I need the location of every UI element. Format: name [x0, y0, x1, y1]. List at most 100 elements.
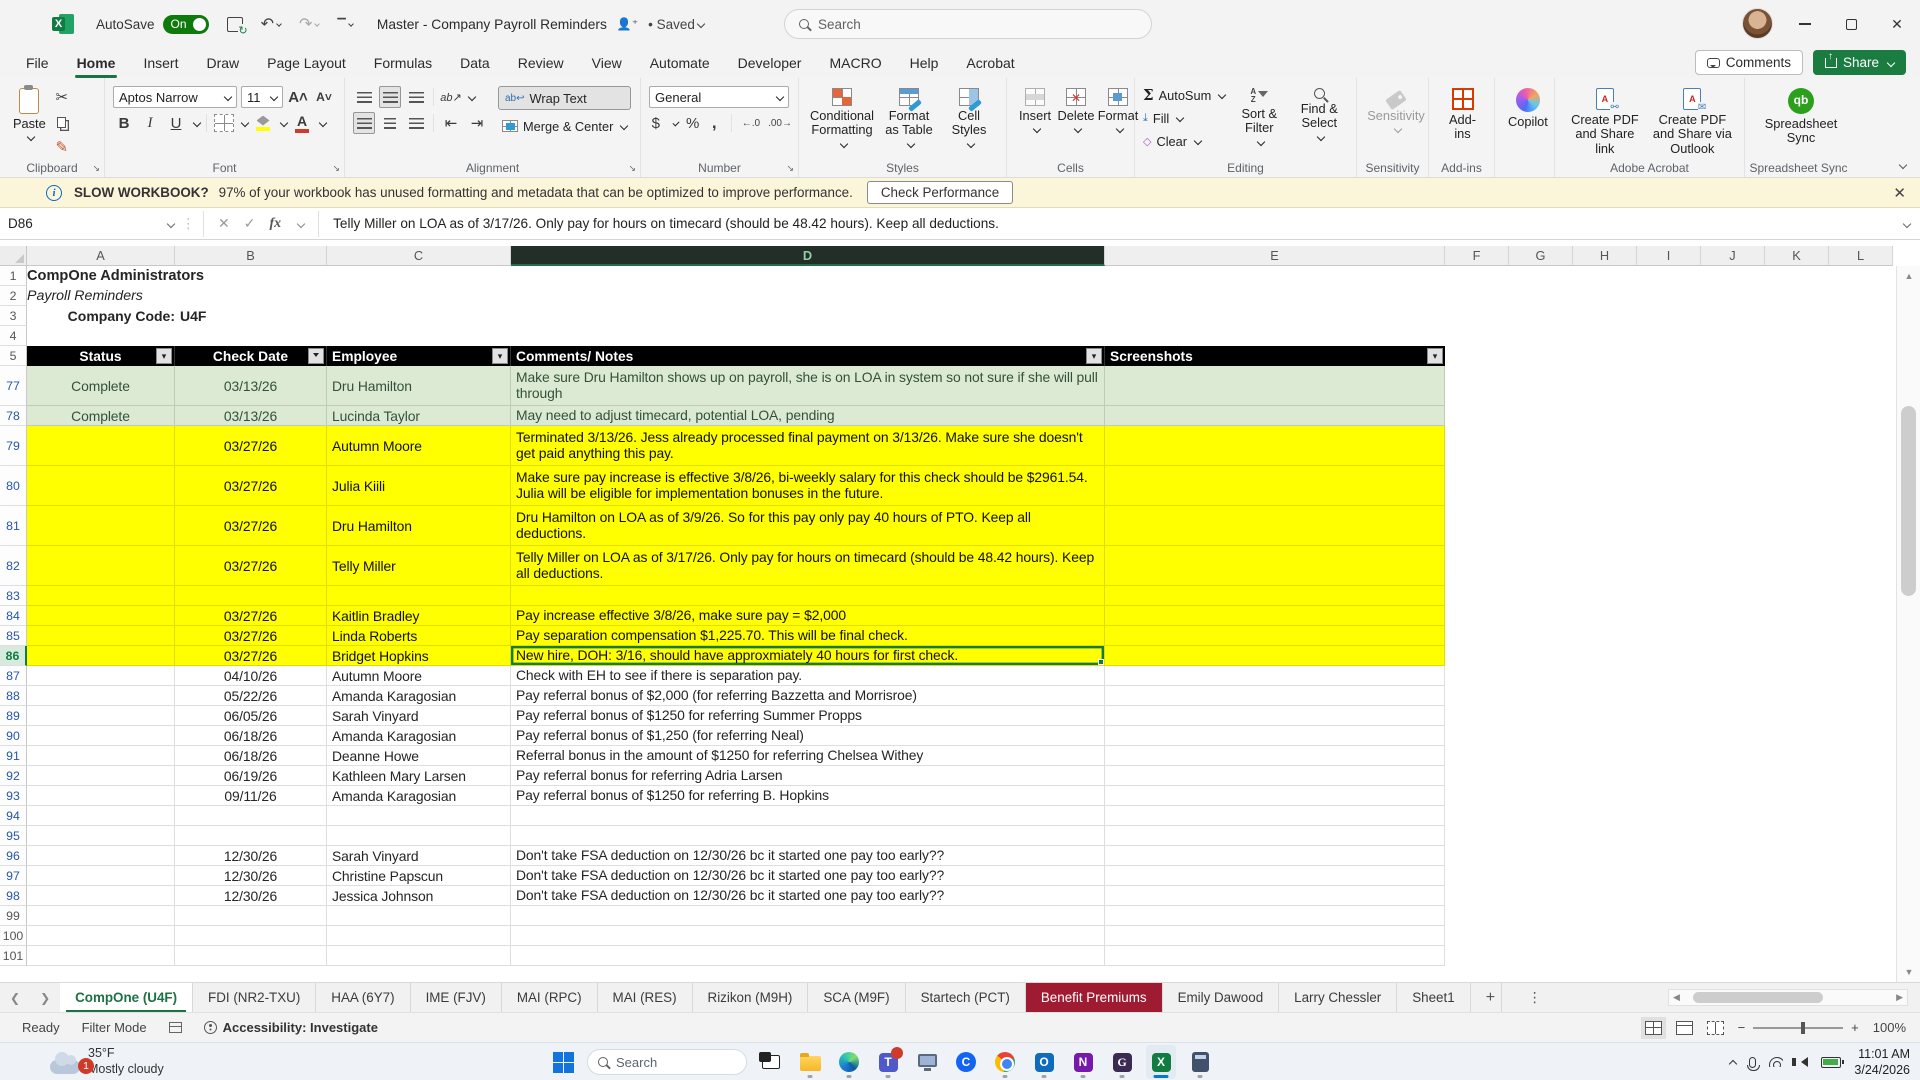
saved-status[interactable]: • Saved	[648, 17, 706, 32]
comments-cell[interactable]: Check with EH to see if there is separat…	[511, 666, 1105, 686]
status-cell[interactable]	[27, 766, 175, 786]
maximize-button[interactable]	[1828, 0, 1874, 48]
font-name-select[interactable]: Aptos Narrow	[113, 86, 237, 108]
sheet-tab-rizikon-m9h-[interactable]: Rizikon (M9H)	[693, 982, 809, 1013]
comments-cell[interactable]	[511, 906, 1105, 926]
merge-center-button[interactable]: Merge & Center	[498, 114, 631, 138]
zoom-thumb[interactable]	[1801, 1021, 1806, 1034]
currency-menu[interactable]	[672, 119, 680, 127]
screenshots-cell[interactable]	[1105, 426, 1445, 466]
employee-cell[interactable]: Autumn Moore	[327, 426, 511, 466]
format-cells-button[interactable]: Format	[1097, 84, 1139, 136]
excel-taskbar-button[interactable]: X	[1146, 1045, 1176, 1079]
fill-button[interactable]: ⤓ Fill	[1143, 107, 1225, 129]
calculator-button[interactable]	[1185, 1045, 1215, 1079]
screenshots-cell[interactable]	[1105, 786, 1445, 806]
align-bottom-icon[interactable]	[405, 86, 427, 108]
comments-cell[interactable]: Don't take FSA deduction on 12/30/26 bc …	[511, 886, 1105, 906]
employee-cell[interactable]	[327, 906, 511, 926]
menu-tab-view[interactable]: View	[578, 48, 636, 78]
employee-cell[interactable]	[327, 826, 511, 846]
check-date-cell[interactable]: 03/27/26	[175, 646, 327, 666]
tray-expand-icon[interactable]	[1727, 1054, 1738, 1070]
row-header-3[interactable]: 3	[0, 306, 27, 326]
row-header-98[interactable]: 98	[0, 886, 27, 906]
check-date-cell[interactable]: 03/27/26	[175, 606, 327, 626]
header-employee[interactable]: Employee ▾	[327, 346, 511, 366]
find-select-button[interactable]: Find & Select	[1293, 84, 1345, 152]
sheet-tab-compone-u4f-[interactable]: CompOne (U4F)	[60, 982, 194, 1013]
fill-color-menu[interactable]	[279, 118, 289, 128]
check-date-cell[interactable]: 09/11/26	[175, 786, 327, 806]
minimize-button[interactable]	[1782, 0, 1828, 48]
collapse-ribbon-icon[interactable]	[1897, 155, 1908, 171]
comments-filter-icon[interactable]: ▾	[1086, 348, 1102, 364]
name-box[interactable]: D86 ⋮	[0, 210, 204, 237]
status-cell[interactable]	[27, 906, 175, 926]
italic-button[interactable]: I	[139, 112, 161, 134]
remote-desktop-button[interactable]	[912, 1045, 942, 1079]
status-filter-icon[interactable]: ▾	[156, 348, 172, 364]
employee-cell[interactable]: Linda Roberts	[327, 626, 511, 646]
menu-tab-home[interactable]: Home	[63, 48, 130, 78]
alignment-dialog-launcher[interactable]: ↘	[628, 163, 636, 174]
horizontal-scrollbar[interactable]: ◀ ▶	[1668, 989, 1908, 1006]
row-header-84[interactable]: 84	[0, 606, 27, 626]
comments-cell[interactable]: Pay separation compensation $1,225.70. T…	[511, 626, 1105, 646]
screenshots-cell[interactable]	[1105, 506, 1445, 546]
outlook-button[interactable]: O	[1029, 1045, 1059, 1079]
quick-access-menu[interactable]: ▔	[337, 18, 354, 31]
status-cell[interactable]	[27, 826, 175, 846]
sheet-tab-startech-pct-[interactable]: Startech (PCT)	[906, 982, 1026, 1013]
underline-menu[interactable]	[192, 118, 202, 128]
scroll-right-icon[interactable]: ▶	[1896, 992, 1903, 1003]
screenshots-cell[interactable]	[1105, 846, 1445, 866]
select-all-corner[interactable]	[0, 246, 27, 266]
column-header-J[interactable]: J	[1701, 246, 1765, 266]
onenote-button[interactable]: N	[1068, 1045, 1098, 1079]
redo-button[interactable]: ↷	[299, 14, 321, 34]
row-header-90[interactable]: 90	[0, 726, 27, 746]
autosave-toggle[interactable]: On	[162, 14, 209, 34]
column-header-H[interactable]: H	[1573, 246, 1637, 266]
row-header-5[interactable]: 5	[0, 346, 27, 366]
employee-filter-icon[interactable]: ▾	[492, 348, 508, 364]
column-header-I[interactable]: I	[1637, 246, 1701, 266]
status-cell[interactable]	[27, 886, 175, 906]
company-code-row[interactable]: Company Code: U4F	[27, 306, 1445, 326]
expand-formula-bar-icon[interactable]	[1902, 219, 1912, 228]
status-cell[interactable]	[27, 786, 175, 806]
screenshots-cell[interactable]	[1105, 866, 1445, 886]
employee-cell[interactable]: Amanda Karagosian	[327, 786, 511, 806]
row-header-79[interactable]: 79	[0, 426, 27, 466]
percent-format-icon[interactable]: %	[686, 112, 700, 134]
screenshots-cell[interactable]	[1105, 806, 1445, 826]
employee-cell[interactable]: Dru Hamilton	[327, 506, 511, 546]
employee-cell[interactable]: Amanda Karagosian	[327, 726, 511, 746]
status-cell[interactable]	[27, 546, 175, 586]
tab-overflow-icon[interactable]: ⋮	[1528, 989, 1542, 1006]
comments-button[interactable]: Comments	[1694, 50, 1803, 75]
screenshots-cell[interactable]	[1105, 726, 1445, 746]
number-dialog-launcher[interactable]: ↘	[786, 163, 794, 174]
screenshots-cell[interactable]	[1105, 886, 1445, 906]
check-date-cell[interactable]	[175, 826, 327, 846]
clear-button[interactable]: ◇ Clear	[1143, 130, 1225, 152]
status-cell[interactable]: Complete	[27, 406, 175, 426]
column-header-F[interactable]: F	[1445, 246, 1509, 266]
people-icon[interactable]: 👤⁺	[617, 17, 638, 31]
formula-content[interactable]: Telly Miller on LOA as of 3/17/26. Only …	[333, 216, 999, 231]
check-date-sort-icon[interactable]	[308, 348, 324, 364]
delete-cells-button[interactable]: ✕ Delete	[1055, 84, 1097, 136]
check-date-cell[interactable]: 03/27/26	[175, 626, 327, 646]
comments-cell[interactable]: Pay referral bonus of $1250 for referrin…	[511, 786, 1105, 806]
header-status[interactable]: Status ▾	[27, 346, 175, 366]
row-header-97[interactable]: 97	[0, 866, 27, 886]
employee-cell[interactable]: Bridget Hopkins	[327, 646, 511, 666]
clipboard-dialog-launcher[interactable]: ↘	[92, 163, 100, 174]
accessibility-status[interactable]: Accessibility: Investigate	[203, 1020, 378, 1035]
employee-cell[interactable]: Deanne Howe	[327, 746, 511, 766]
comments-cell[interactable]: Terminated 3/13/26. Jess already process…	[511, 426, 1105, 466]
screenshots-cell[interactable]	[1105, 646, 1445, 666]
vertical-scrollbar[interactable]: ▲ ▼	[1896, 266, 1920, 982]
